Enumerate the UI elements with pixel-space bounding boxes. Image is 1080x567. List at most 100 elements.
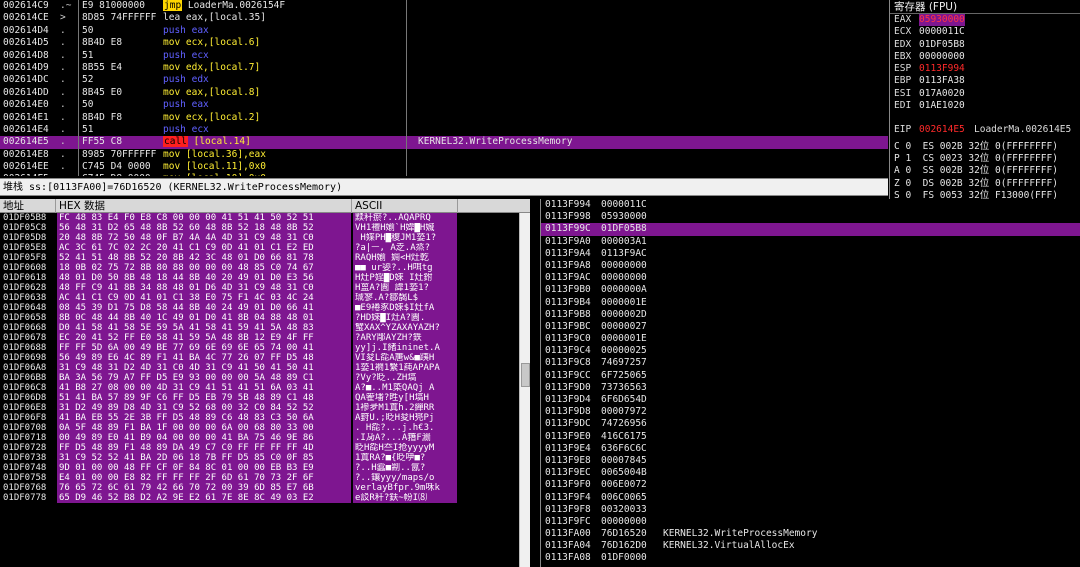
- register-ebp[interactable]: EBP 0113FA38: [890, 75, 1080, 87]
- dump-hex-bytes[interactable]: 41 BA EB 55 2E 3B FF D5 48 89 C6 48 83 C…: [57, 413, 351, 423]
- dump-row[interactable]: 01DF05C8 56 48 31 D2 65 48 8B 52 60 48 8B…: [0, 223, 530, 233]
- stack-row[interactable]: 0113F9BC 00000027: [541, 321, 1080, 333]
- dump-ascii[interactable]: VH1襢H媊`H媁▇H媙: [353, 223, 457, 233]
- dump-ascii[interactable]: ?Vy?眨..ZH塙: [353, 373, 457, 383]
- dump-hex-bytes[interactable]: 76 65 72 6C 61 79 42 66 70 72 00 39 6D 8…: [57, 483, 351, 493]
- dump-hex-bytes[interactable]: EC 20 41 52 FF E0 58 41 59 5A 48 8B 12 E…: [57, 333, 351, 343]
- dump-ascii[interactable]: ?ARY郮AYZH?鉄: [353, 333, 457, 343]
- dump-hex-bytes[interactable]: 31 D2 49 89 D8 4D 31 C9 52 68 00 32 C0 8…: [57, 403, 351, 413]
- dump-ascii[interactable]: 1襂夛M1蒖h.2繟RR: [353, 403, 457, 413]
- stack-row[interactable]: 0113F9F4 006C0065: [541, 492, 1080, 504]
- dump-ascii[interactable]: 1蒆1襇1繫1蒓APAPA: [353, 363, 457, 373]
- stack-pane[interactable]: 0113F994 0000011C 0113F998 05930000 0113F99C…: [540, 199, 1080, 567]
- dump-row[interactable]: 01DF06D8 51 41 BA 57 89 9F C6 FF D5 EB 79…: [0, 393, 530, 403]
- scrollbar-thumb[interactable]: [521, 363, 530, 387]
- dump-hex-bytes[interactable]: 51 41 BA 57 89 9F C6 FF D5 EB 79 5B 48 8…: [57, 393, 351, 403]
- dump-ascii[interactable]: . H夞?...j.h€3.: [353, 423, 457, 433]
- dump-ascii[interactable]: H灶P婬▇D婡 I灶鉜: [353, 273, 457, 283]
- disassembly-pane[interactable]: 002614C9 .~ E9 81000000 jmp LoaderMa.002615…: [0, 0, 888, 176]
- dump-hex-bytes[interactable]: 0A 5F 48 89 F1 BA 1F 00 00 00 6A 00 68 8…: [57, 423, 351, 433]
- dump-hex-bytes[interactable]: E4 01 00 00 E8 82 FF FF FF 2F 6D 61 70 7…: [57, 473, 351, 483]
- registers-pane[interactable]: 寄存器 (FPU) EAX 05930000 ECX 0000011C EDX 01DF0…: [889, 0, 1080, 202]
- dump-hex-bytes[interactable]: 48 01 D0 50 8B 48 18 44 8B 40 20 49 01 D…: [57, 273, 351, 283]
- dump-row[interactable]: 01DF0678 EC 20 41 52 FF E0 58 41 59 5A 48…: [0, 333, 530, 343]
- stack-row[interactable]: 0113F9C8 74697257: [541, 357, 1080, 369]
- dump-ascii[interactable]: 珹寥.A?鄒馤L$: [353, 293, 457, 303]
- register-esp[interactable]: ESP 0113F994: [890, 63, 1080, 75]
- stack-row[interactable]: 0113F9E0 416C6175: [541, 431, 1080, 443]
- register-esi[interactable]: ESI 017A0020: [890, 88, 1080, 100]
- dump-hex-bytes[interactable]: 31 C9 52 52 41 BA 2D 06 18 7B FF D5 85 C…: [57, 453, 351, 463]
- dump-row[interactable]: 01DF0648 08 45 39 D1 75 D8 58 44 8B 40 24…: [0, 303, 530, 313]
- stack-row[interactable]: 0113F9A8 00000000: [541, 260, 1080, 272]
- dump-hex-bytes[interactable]: 9D 01 00 00 48 FF CF 0F 84 8C 01 00 00 E…: [57, 463, 351, 473]
- dump-hex-bytes[interactable]: 8B 0C 48 44 8B 40 1C 49 01 D0 41 8B 04 8…: [57, 313, 351, 323]
- disasm-row[interactable]: 002614D4. 50 push eax: [0, 25, 888, 37]
- dump-row[interactable]: 01DF05B8 FC 48 83 E4 F0 E8 C8 00 00 00 41…: [0, 213, 530, 223]
- dump-row[interactable]: 01DF0628 48 FF C9 41 8B 34 88 48 01 D6 4D…: [0, 283, 530, 293]
- stack-row[interactable]: 0113FA08 01DF0000: [541, 552, 1080, 564]
- disasm-row[interactable]: 002614D9. 8B55 E4 mov edx,[local.7]: [0, 62, 888, 74]
- disasm-row[interactable]: 002614C9 .~ E9 81000000 jmp LoaderMa.002615…: [0, 0, 888, 12]
- dump-col-ascii[interactable]: ASCII: [352, 199, 458, 213]
- dump-hex-bytes[interactable]: FF D5 48 89 F1 48 89 DA 49 C7 C0 FF FF F…: [57, 443, 351, 453]
- dump-hex-bytes[interactable]: 08 45 39 D1 75 D8 58 44 8B 40 24 49 01 D…: [57, 303, 351, 313]
- stack-row[interactable]: 0113F99C 01DF05B8: [541, 223, 1080, 236]
- disasm-row[interactable]: 002614E0. 50 push eax: [0, 99, 888, 111]
- stack-row[interactable]: 0113F9EC 0065004B: [541, 467, 1080, 479]
- stack-row[interactable]: 0113F9FC 00000000: [541, 516, 1080, 528]
- stack-row[interactable]: 0113F9D4 6F6D654D: [541, 394, 1080, 406]
- disasm-row[interactable]: 002614DD. 8B45 E0 mov eax,[local.8]: [0, 87, 888, 99]
- dump-ascii[interactable]: 蠥XAX^YZAXAYAZH?: [353, 323, 457, 333]
- dump-ascii[interactable]: H蒕A?圚 諱1蒆1?: [353, 283, 457, 293]
- stack-row[interactable]: 0113F9D0 73736563: [541, 382, 1080, 394]
- dump-row[interactable]: 01DF06F8 41 BA EB 55 2E 3B FF D5 48 89 C6…: [0, 413, 530, 423]
- register-value[interactable]: 0113F994: [919, 63, 965, 75]
- stack-row[interactable]: 0113F998 05930000: [541, 211, 1080, 223]
- dump-row[interactable]: 01DF0758 E4 01 00 00 E8 82 FF FF FF 2F 6D…: [0, 473, 530, 483]
- stack-row[interactable]: 0113F9CC 6F725065: [541, 370, 1080, 382]
- dump-row[interactable]: 01DF0698 56 49 89 E6 4C 89 F1 41 BA 4C 77…: [0, 353, 530, 363]
- dump-hex-bytes[interactable]: 52 41 51 48 8B 52 20 8B 42 3C 48 01 D0 6…: [57, 253, 351, 263]
- disasm-row[interactable]: 002614E4. 51 push ecx: [0, 124, 888, 136]
- dump-row[interactable]: 01DF0608 18 0B 02 75 72 8B 80 88 00 00 00…: [0, 263, 530, 273]
- dump-hex-bytes[interactable]: D0 41 58 41 58 5E 59 5A 41 58 41 59 41 5…: [57, 323, 351, 333]
- stack-row[interactable]: 0113FA04 76D162D0 KERNEL32.VirtualAllocEx: [541, 540, 1080, 552]
- dump-row[interactable]: 01DF06C8 41 B8 27 08 00 00 4D 31 C9 41 51…: [0, 383, 530, 393]
- dump-row[interactable]: 01DF0638 AC 41 C1 C9 0D 41 01 C1 38 E0 75…: [0, 293, 530, 303]
- flag-segment-row[interactable]: Z 0 DS 002B 32位 0(FFFFFFFF): [890, 178, 1080, 190]
- flag-segment-row[interactable]: C 0 ES 002B 32位 0(FFFFFFFF): [890, 141, 1080, 153]
- dump-hex-bytes[interactable]: FF FF 5D 6A 00 49 BE 77 69 6E 69 6E 65 7…: [57, 343, 351, 353]
- dump-hex-bytes[interactable]: 31 C9 48 31 D2 4D 31 C0 4D 31 C9 41 50 4…: [57, 363, 351, 373]
- dump-row[interactable]: 01DF0718 00 49 89 E0 41 B9 04 00 00 00 41…: [0, 433, 530, 443]
- dump-hex-bytes[interactable]: 56 49 89 E6 4C 89 F1 41 BA 4C 77 26 07 F…: [57, 353, 351, 363]
- dump-ascii[interactable]: H媟PH▇稪JM1蒆1?: [353, 233, 457, 243]
- memory-dump-pane[interactable]: 地址 HEX 数据 ASCII 01DF05B8 FC 48 83 E4 F0 E…: [0, 199, 530, 567]
- dump-hex-bytes[interactable]: AC 3C 61 7C 02 2C 20 41 C1 C9 0D 41 01 C…: [57, 243, 351, 253]
- dump-ascii[interactable]: ?..H蠧■剬..氤?: [353, 463, 457, 473]
- dump-ascii[interactable]: verlayBfpr.9m咊k: [353, 483, 457, 493]
- register-ebx[interactable]: EBX 00000000: [890, 51, 1080, 63]
- stack-row[interactable]: 0113F9AC 00000000: [541, 272, 1080, 284]
- dump-row[interactable]: 01DF0658 8B 0C 48 44 8B 40 1C 49 01 D0 41…: [0, 313, 530, 323]
- register-ecx[interactable]: ECX 0000011C: [890, 26, 1080, 38]
- stack-row[interactable]: 0113F9A0 000003A1: [541, 236, 1080, 248]
- register-value[interactable]: 0000011C: [919, 26, 965, 38]
- dump-ascii[interactable]: VI夋L夞A篖w&■跠H: [353, 353, 457, 363]
- dump-hex-bytes[interactable]: 00 49 89 E0 41 B9 04 00 00 00 41 BA 75 4…: [57, 433, 351, 443]
- dump-row[interactable]: 01DF0688 FF FF 5D 6A 00 49 BE 77 69 6E 69…: [0, 343, 530, 353]
- register-value[interactable]: 05930000: [919, 14, 965, 27]
- dump-row[interactable]: 01DF0668 D0 41 58 41 58 5E 59 5A 41 58 41…: [0, 323, 530, 333]
- stack-row[interactable]: 0113FA00 76D16520 KERNEL32.WriteProcessMem…: [541, 528, 1080, 540]
- dump-ascii[interactable]: ■E9裷豖D婡$I灶fA: [353, 303, 457, 313]
- disasm-row[interactable]: 002614D8. 51 push ecx: [0, 50, 888, 62]
- registers-header[interactable]: 寄存器 (FPU): [890, 0, 1080, 14]
- disasm-row[interactable]: 002614E1. 8B4D F8 mov ecx,[local.2]: [0, 112, 888, 124]
- dump-col-address[interactable]: 地址: [0, 199, 56, 213]
- dump-hex-bytes[interactable]: 41 B8 27 08 00 00 4D 31 C9 41 51 41 51 6…: [57, 383, 351, 393]
- disasm-row[interactable]: 002614CE >8D85 74FFFFFF lea eax,[local.35]: [0, 12, 888, 24]
- dump-ascii[interactable]: e訤R秆?鈇~帉I⑻: [353, 493, 457, 503]
- dump-ascii[interactable]: ?..鑲yyy/maps/o: [353, 473, 457, 483]
- flag-segment-row[interactable]: P 1 CS 0023 32位 0(FFFFFFFF): [890, 153, 1080, 165]
- dump-ascii[interactable]: QA篧墦?甠y[H塙H: [353, 393, 457, 403]
